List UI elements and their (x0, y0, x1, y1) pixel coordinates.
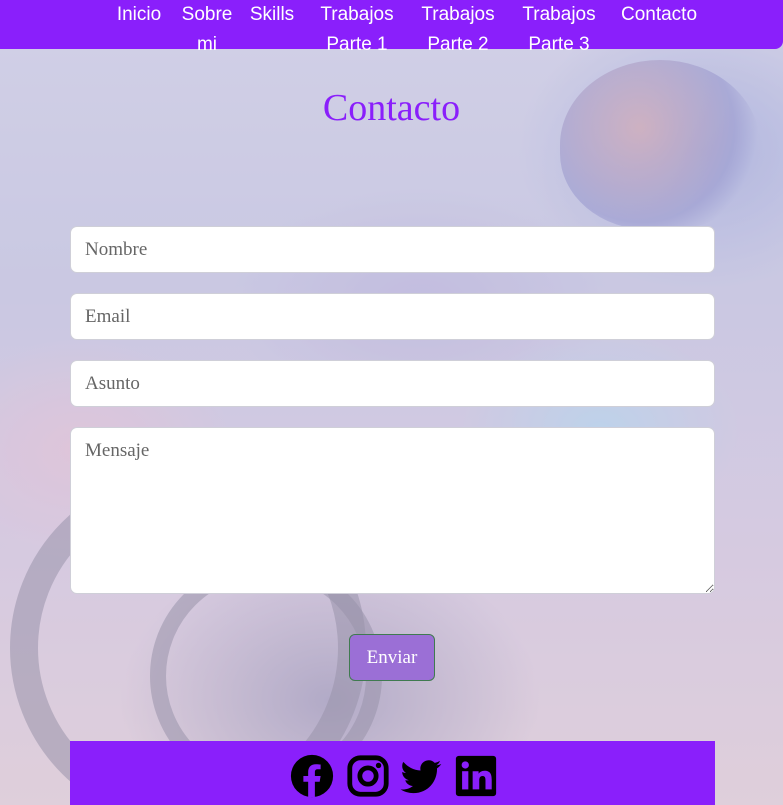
nav-item-label: Trabajos (320, 4, 394, 25)
instagram-icon[interactable] (345, 753, 391, 799)
nav-item-skills[interactable]: Skills (248, 0, 296, 60)
nav-item-label: Trabajos (421, 4, 495, 25)
email-field[interactable] (70, 293, 715, 340)
page-title: Contacto (322, 87, 461, 129)
nav-item-label: Sobre (181, 4, 233, 25)
nombre-field[interactable] (70, 226, 715, 273)
linkedin-icon[interactable] (453, 753, 499, 799)
enviar-button[interactable]: Enviar (349, 634, 435, 681)
asunto-field[interactable] (70, 360, 715, 407)
nav-item-sobre-mi[interactable]: Sobre mi (180, 0, 234, 60)
nav-item-label-line2: Parte 3 (528, 34, 590, 55)
nav-menu: Inicio Sobre mi Skills Trabajos Parte 1 … (110, 0, 702, 60)
nav-item-label-line2: Parte 2 (427, 34, 489, 55)
navbar: Inicio Sobre mi Skills Trabajos Parte 1 … (0, 0, 783, 55)
mensaje-field[interactable] (70, 427, 715, 594)
nav-item-inicio[interactable]: Inicio (110, 0, 168, 60)
nav-item-label: Inicio (116, 4, 162, 25)
twitter-icon[interactable] (398, 753, 444, 799)
nav-item-contacto[interactable]: Contacto (616, 0, 702, 60)
nav-item-label: Trabajos (522, 4, 596, 25)
nav-item-trabajos-parte-3[interactable]: Trabajos Parte 3 (520, 0, 598, 60)
nav-item-label-line2: mi (196, 34, 218, 55)
facebook-icon[interactable] (289, 753, 335, 799)
nav-item-trabajos-parte-1[interactable]: Trabajos Parte 1 (318, 0, 396, 60)
nav-item-label: Skills (249, 4, 295, 25)
nav-item-label-line2: Parte 1 (326, 34, 388, 55)
nav-item-label: Contacto (620, 4, 698, 25)
nav-item-trabajos-parte-2[interactable]: Trabajos Parte 2 (419, 0, 497, 60)
footer (70, 741, 715, 805)
